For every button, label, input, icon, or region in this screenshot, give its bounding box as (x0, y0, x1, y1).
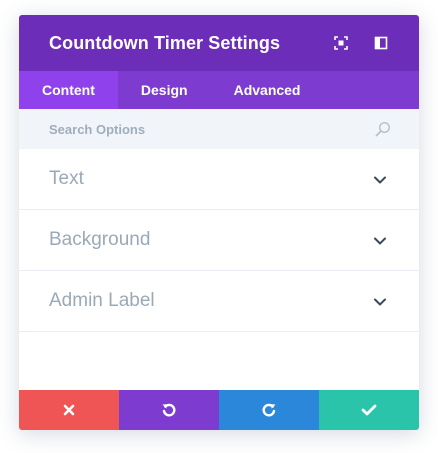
modal-header[interactable]: Countdown Timer Settings (19, 15, 419, 71)
section-text[interactable]: Text (19, 149, 419, 210)
tab-advanced[interactable]: Advanced (211, 71, 324, 109)
search-icon[interactable] (375, 121, 391, 137)
search-input[interactable] (49, 121, 349, 137)
redo-button[interactable] (219, 390, 319, 430)
section-admin-label[interactable]: Admin Label (19, 271, 419, 332)
undo-icon (162, 403, 176, 417)
tab-design[interactable]: Design (118, 71, 211, 109)
close-icon (63, 404, 75, 416)
search-bar (19, 109, 419, 149)
section-label: Admin Label (49, 290, 155, 311)
section-label: Text (49, 168, 84, 189)
split-view-icon[interactable] (371, 33, 391, 53)
settings-modal: Countdown Timer Settings Content Design … (19, 15, 419, 430)
section-label: Background (49, 229, 151, 250)
section-background[interactable]: Background (19, 210, 419, 271)
check-icon (361, 404, 377, 416)
fullscreen-icon[interactable] (331, 33, 351, 53)
modal-title: Countdown Timer Settings (49, 32, 281, 53)
undo-button[interactable] (119, 390, 219, 430)
redo-icon (262, 403, 276, 417)
tab-bar: Content Design Advanced (19, 71, 419, 109)
discard-button[interactable] (19, 390, 119, 430)
tab-content[interactable]: Content (19, 71, 118, 109)
chevron-down-icon (374, 176, 386, 184)
chevron-down-icon (374, 237, 386, 245)
modal-footer (19, 390, 419, 430)
chevron-down-icon (374, 298, 386, 306)
save-button[interactable] (319, 390, 419, 430)
